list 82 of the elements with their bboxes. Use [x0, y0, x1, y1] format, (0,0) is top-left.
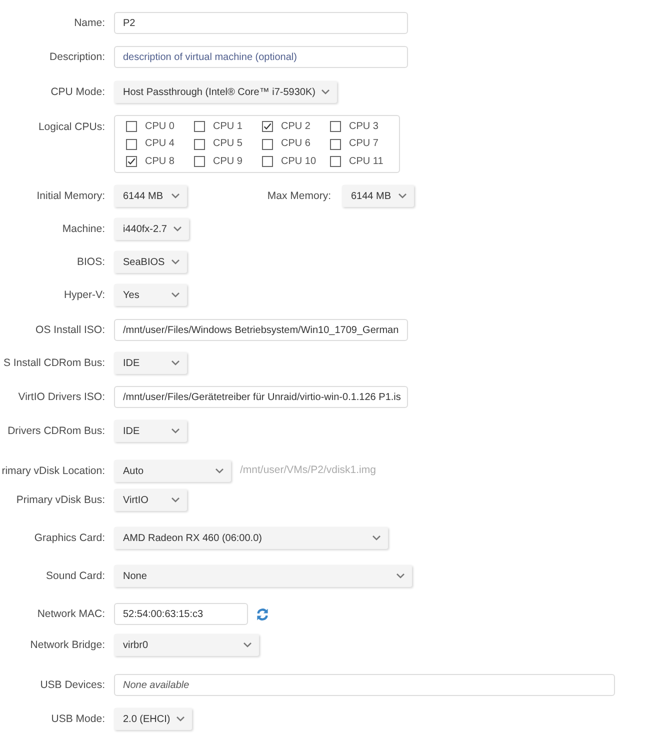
- chevron-icon: [215, 468, 224, 474]
- checkbox-label: CPU 6: [281, 139, 310, 149]
- dropdown-select[interactable]: SeaBIOS: [114, 251, 187, 273]
- chevron-icon: [171, 259, 180, 265]
- chevron-icon: [372, 535, 381, 541]
- disk-path-text: /mnt/user/VMs/P2/vdisk1.img: [240, 463, 376, 478]
- chevron-icon: [172, 226, 182, 232]
- text-field[interactable]: 52:54:00:63:15:c3: [114, 603, 248, 625]
- checkbox-label: CPU 3: [349, 122, 378, 132]
- text-field[interactable]: P2: [114, 12, 408, 34]
- field-label: rimary vDisk Location:: [2, 466, 105, 476]
- chevron-icon: [398, 193, 407, 199]
- field-label: Initial Memory:: [36, 190, 105, 202]
- checkbox-label: CPU 11: [349, 156, 384, 166]
- dropdown-select[interactable]: virbr0: [114, 634, 259, 656]
- text-field[interactable]: /mnt/user/Files/Gerätetreiber für Unraid/virtio-win-0.1.126 P1.is: [114, 386, 408, 408]
- checkbox[interactable]: [126, 138, 137, 150]
- field-label: Network Bridge:: [30, 640, 105, 650]
- checkbox-label: CPU 10: [281, 156, 316, 166]
- field-label: OS Install ISO:: [36, 324, 105, 336]
- text-field[interactable]: /mnt/user/Files/Windows Betriebsystem/Win10_1709_German: [114, 319, 408, 341]
- dropdown-select[interactable]: i440fx-2.7: [114, 218, 189, 240]
- field-label: Machine:: [62, 224, 105, 234]
- checkbox[interactable]: [330, 121, 341, 132]
- checkbox[interactable]: [126, 121, 137, 132]
- field-label: VirtIO Drivers ISO:: [18, 392, 105, 402]
- dropdown-select[interactable]: 6144 MB: [114, 185, 187, 207]
- chevron-icon: [171, 428, 180, 434]
- chevron-icon: [171, 193, 180, 199]
- dropdown-select[interactable]: IDE: [114, 352, 187, 374]
- dropdown-select[interactable]: Auto: [114, 460, 231, 482]
- text-field[interactable]: description of virtual machine (optional): [114, 46, 408, 68]
- field-label: BIOS:: [76, 256, 105, 268]
- checkbox[interactable]: [262, 121, 273, 132]
- dropdown-select[interactable]: VirtIO: [114, 489, 187, 511]
- field-label: Sound Card:: [46, 570, 105, 582]
- checkbox-label: CPU 0: [145, 122, 174, 132]
- checkbox-label: CPU 8: [145, 156, 174, 166]
- field-label: Hyper-V:: [64, 290, 105, 300]
- checkbox-label: CPU 5: [213, 139, 242, 149]
- checkbox[interactable]: [126, 156, 137, 167]
- dropdown-select[interactable]: Yes: [114, 284, 187, 306]
- usb-devices-field[interactable]: None available: [114, 674, 615, 696]
- checkbox-label: CPU 9: [213, 156, 242, 166]
- checkbox[interactable]: [262, 156, 273, 167]
- field-label: Graphics Card:: [34, 532, 105, 544]
- checkbox[interactable]: [194, 138, 205, 150]
- field-label: USB Mode:: [51, 714, 105, 724]
- dropdown-select[interactable]: 2.0 (EHCI): [114, 708, 192, 730]
- dropdown-select[interactable]: AMD Radeon RX 460 (06:00.0): [114, 527, 388, 549]
- checkbox-label: CPU 7: [349, 139, 378, 149]
- field-label: CPU Mode:: [50, 86, 105, 98]
- checkbox[interactable]: [194, 121, 205, 132]
- chevron-icon: [243, 642, 252, 648]
- field-label: Logical CPUs:: [38, 122, 105, 132]
- dropdown-select[interactable]: 6144 MB: [342, 185, 414, 207]
- chevron-icon: [171, 497, 180, 503]
- dropdown-select[interactable]: None: [114, 565, 412, 587]
- checkbox[interactable]: [194, 156, 205, 167]
- checkbox-label: CPU 4: [145, 139, 174, 149]
- empty-list-text: None available: [123, 678, 190, 692]
- field-label: Description:: [50, 52, 105, 62]
- dropdown-select[interactable]: Host Passthrough (Intel® Core™ i7-5930K): [114, 81, 338, 103]
- chevron-icon: [396, 573, 405, 579]
- field-label: Primary vDisk Bus:: [16, 494, 105, 506]
- checkbox[interactable]: [330, 156, 341, 167]
- chevron-icon: [171, 292, 180, 298]
- chevron-icon: [176, 716, 186, 722]
- checkbox-label: CPU 2: [281, 122, 310, 132]
- checkbox[interactable]: [262, 138, 273, 150]
- chevron-icon: [321, 89, 330, 95]
- field-label: Name:: [74, 18, 105, 28]
- chevron-icon: [171, 360, 180, 366]
- checkbox-label: CPU 1: [213, 122, 242, 132]
- refresh-icon[interactable]: [256, 608, 269, 620]
- field-label: Network MAC:: [37, 608, 105, 620]
- field-label: S Install CDRom Bus:: [3, 358, 105, 368]
- dropdown-select[interactable]: IDE: [114, 420, 187, 442]
- field-label: Max Memory:: [267, 190, 331, 202]
- field-label: USB Devices:: [40, 680, 105, 690]
- checkbox[interactable]: [330, 138, 341, 150]
- field-label: Drivers CDRom Bus:: [8, 426, 105, 436]
